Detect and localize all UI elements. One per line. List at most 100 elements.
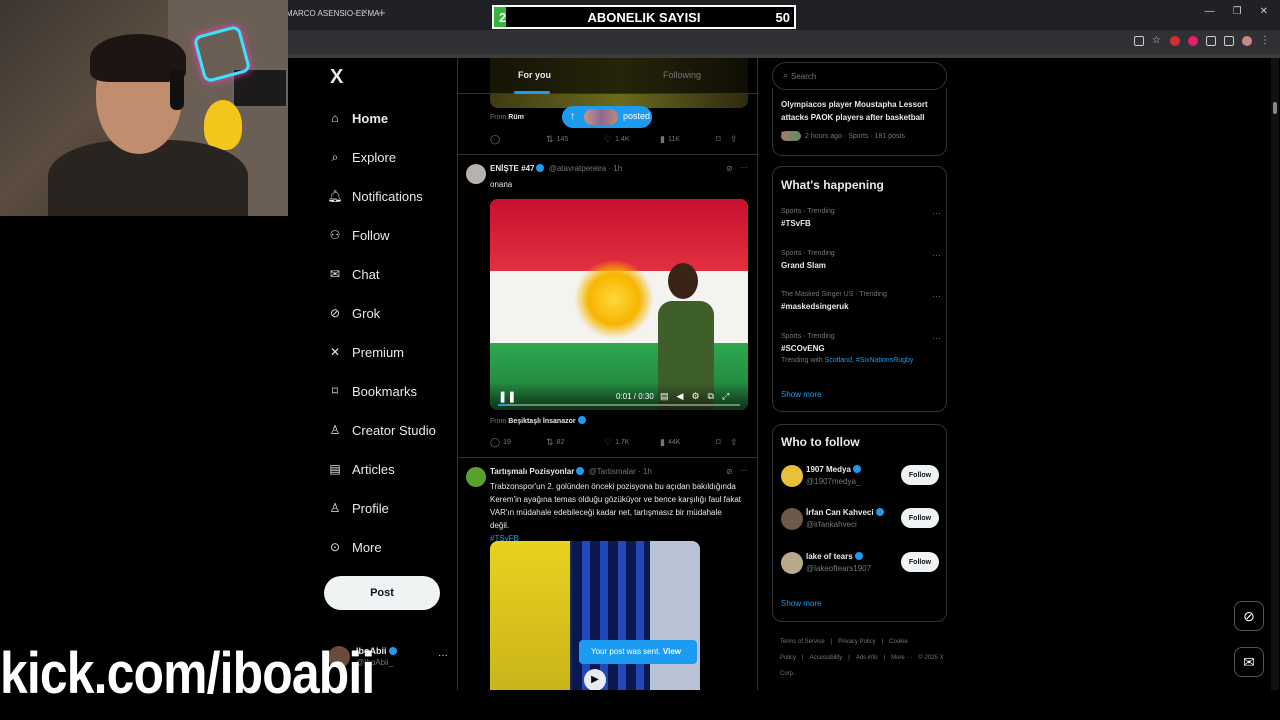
author-handle[interactable]: @Tartismalar bbox=[589, 467, 636, 476]
show-more-trends[interactable]: Show more bbox=[781, 390, 821, 399]
sidebar-item-more[interactable]: ⊙ More bbox=[328, 535, 382, 559]
more-icon[interactable]: ··· bbox=[740, 466, 748, 475]
footer-link[interactable]: Privacy Policy bbox=[838, 639, 875, 645]
cast-icon[interactable] bbox=[1134, 36, 1144, 46]
restore-icon[interactable]: ❐ bbox=[1233, 6, 1242, 17]
grok-icon[interactable]: ⊘ bbox=[726, 467, 733, 476]
fullscreen-icon[interactable]: ⤢ bbox=[722, 391, 729, 402]
sidebar-item-follow[interactable]: ⚇ Follow bbox=[328, 223, 390, 247]
avatar[interactable] bbox=[466, 467, 486, 487]
sidebar-item-creator-studio[interactable]: ♙ Creator Studio bbox=[328, 418, 436, 442]
more-icon[interactable]: ··· bbox=[438, 650, 448, 661]
bookmark-button[interactable]: ⌑ bbox=[716, 134, 730, 145]
follow-button[interactable]: Follow bbox=[901, 465, 939, 485]
suggestion-handle: @1907medya_ bbox=[806, 477, 861, 486]
more-icon[interactable]: ··· bbox=[932, 333, 941, 343]
footer-link[interactable]: More ··· bbox=[891, 655, 912, 661]
like-button[interactable]: ♡ 1.4K bbox=[604, 134, 660, 145]
toast-view-link[interactable]: View bbox=[663, 640, 681, 664]
tab-for-you[interactable]: For you bbox=[518, 70, 551, 80]
sidebar-item-bookmarks[interactable]: ⌑ Bookmarks bbox=[328, 379, 417, 403]
messages-fab-icon[interactable]: ✉ bbox=[1234, 647, 1264, 677]
share-button[interactable]: ⇪ bbox=[730, 134, 738, 145]
sidebar-item-chat[interactable]: ✉ Chat bbox=[328, 262, 380, 286]
repost-button[interactable]: ⇅ 145 bbox=[546, 134, 604, 145]
tab-following[interactable]: Following bbox=[663, 70, 701, 80]
author-name[interactable]: ENİŞTE #47 bbox=[490, 164, 534, 173]
pause-icon[interactable]: ❚❚ bbox=[498, 390, 516, 403]
minimize-icon[interactable]: — bbox=[1205, 6, 1215, 17]
more-icon[interactable]: ··· bbox=[932, 291, 941, 301]
trend-item[interactable]: Sports · Trending #SCOvENG ··· Trending wit… bbox=[781, 333, 941, 364]
tweet-time[interactable]: · 1h bbox=[638, 467, 652, 476]
sidebar-item-explore[interactable]: ⌕ Explore bbox=[328, 145, 396, 169]
verified-icon bbox=[875, 508, 884, 516]
extension-red-icon[interactable] bbox=[1170, 36, 1180, 46]
trend-related-links[interactable]: Scotland, #SixNationsRugby bbox=[825, 357, 914, 364]
reply-button[interactable]: ◯ 19 bbox=[490, 437, 546, 448]
sidebar-item-grok[interactable]: ⊘ Grok bbox=[328, 301, 380, 325]
scrollbar[interactable] bbox=[1271, 58, 1279, 690]
window-close-icon[interactable]: ✕ bbox=[1260, 6, 1268, 17]
follow-suggestion[interactable]: 1907 Medya @1907medya_ Follow bbox=[781, 465, 941, 495]
avatar[interactable] bbox=[781, 508, 803, 530]
footer-link[interactable]: Accessibility bbox=[810, 655, 843, 661]
sidebar-item-profile[interactable]: ♙ Profile bbox=[328, 496, 389, 520]
like-button[interactable]: ♡ 1.7K bbox=[604, 437, 660, 448]
video-progress[interactable] bbox=[498, 404, 740, 406]
views-button[interactable]: ▮ 44K bbox=[660, 437, 716, 448]
profile-icon[interactable] bbox=[1242, 36, 1252, 46]
avatar[interactable] bbox=[466, 164, 486, 184]
settings-icon[interactable]: ⚙ bbox=[691, 391, 699, 402]
trend-item[interactable]: The Masked Singer US · Trending #maskedsi… bbox=[781, 291, 941, 311]
extension-pink-icon[interactable] bbox=[1188, 36, 1198, 46]
new-tab-icon[interactable]: + bbox=[378, 5, 386, 20]
author-handle[interactable]: @atavratpereira bbox=[549, 164, 606, 173]
sidebar-item-notifications[interactable]: 🔔︎ Notifications bbox=[327, 184, 422, 208]
star-icon[interactable]: ☆ bbox=[1152, 36, 1162, 46]
follow-suggestion[interactable]: lake of tears @lakeoftears1907 Follow bbox=[781, 552, 941, 582]
share-button[interactable]: ⇪ bbox=[730, 437, 738, 448]
trend-item[interactable]: Sports · Trending #TSvFB ··· bbox=[781, 208, 941, 228]
sidebar-item-home[interactable]: ⌂ Home bbox=[328, 106, 388, 130]
media-icon[interactable] bbox=[1224, 36, 1234, 46]
browser-menu-icon[interactable]: ⋮ bbox=[1260, 36, 1270, 46]
footer-link[interactable]: Ads info bbox=[856, 655, 878, 661]
more-icon[interactable]: ··· bbox=[740, 163, 748, 172]
views-button[interactable]: ▮ 11K bbox=[660, 134, 716, 145]
grok-fab-icon[interactable]: ⊘ bbox=[1234, 601, 1264, 631]
repost-button[interactable]: ⇅ 82 bbox=[546, 437, 604, 448]
follow-suggestion[interactable]: İrfan Can Kahveci @irfankahveci Follow bbox=[781, 508, 941, 538]
reply-button[interactable]: ◯ bbox=[490, 134, 546, 145]
sidebar-item-articles[interactable]: ▤ Articles bbox=[328, 457, 394, 481]
captions-icon[interactable]: ▤ bbox=[660, 391, 669, 402]
show-more-follow[interactable]: Show more bbox=[781, 599, 821, 608]
tweet-video[interactable]: ▶ bbox=[490, 541, 700, 690]
more-icon[interactable]: ··· bbox=[932, 250, 941, 260]
post-button[interactable]: Post bbox=[324, 576, 440, 610]
trend-item[interactable]: Sports · Trending Grand Slam ··· bbox=[781, 250, 941, 270]
author-name[interactable]: Tartışmalı Pozisyonlar bbox=[490, 467, 574, 476]
sidebar-item-premium[interactable]: ✕ Premium bbox=[328, 340, 404, 364]
x-logo[interactable]: X bbox=[330, 66, 343, 89]
new-posts-pill[interactable]: ↑ posted bbox=[562, 106, 652, 128]
grok-icon[interactable]: ⊘ bbox=[726, 164, 733, 173]
footer-link[interactable]: Terms of Service bbox=[780, 639, 825, 645]
avatar[interactable] bbox=[781, 465, 803, 487]
tab-close-icon[interactable]: × bbox=[362, 7, 368, 18]
avatar[interactable] bbox=[781, 552, 803, 574]
more-icon[interactable]: ··· bbox=[932, 208, 941, 218]
puzzle-icon[interactable] bbox=[1206, 36, 1216, 46]
follow-button[interactable]: Follow bbox=[901, 552, 939, 572]
tweet-video[interactable]: ❚❚ 0:01 / 0:30 ▤ ◀ ⚙ ⧉ ⤢ bbox=[490, 199, 748, 410]
scrollbar-thumb[interactable] bbox=[1273, 102, 1277, 114]
search-input[interactable] bbox=[791, 69, 931, 83]
volume-icon[interactable]: ◀ bbox=[677, 391, 684, 402]
bookmark-button[interactable]: ⌑ bbox=[716, 437, 730, 448]
follow-button[interactable]: Follow bbox=[901, 508, 939, 528]
pip-icon[interactable]: ⧉ bbox=[708, 391, 714, 402]
search-box[interactable]: ⌕ bbox=[772, 62, 947, 90]
play-icon[interactable]: ▶ bbox=[584, 669, 606, 690]
heart-icon: ♡ bbox=[604, 437, 613, 447]
tweet-time[interactable]: · 1h bbox=[608, 164, 622, 173]
